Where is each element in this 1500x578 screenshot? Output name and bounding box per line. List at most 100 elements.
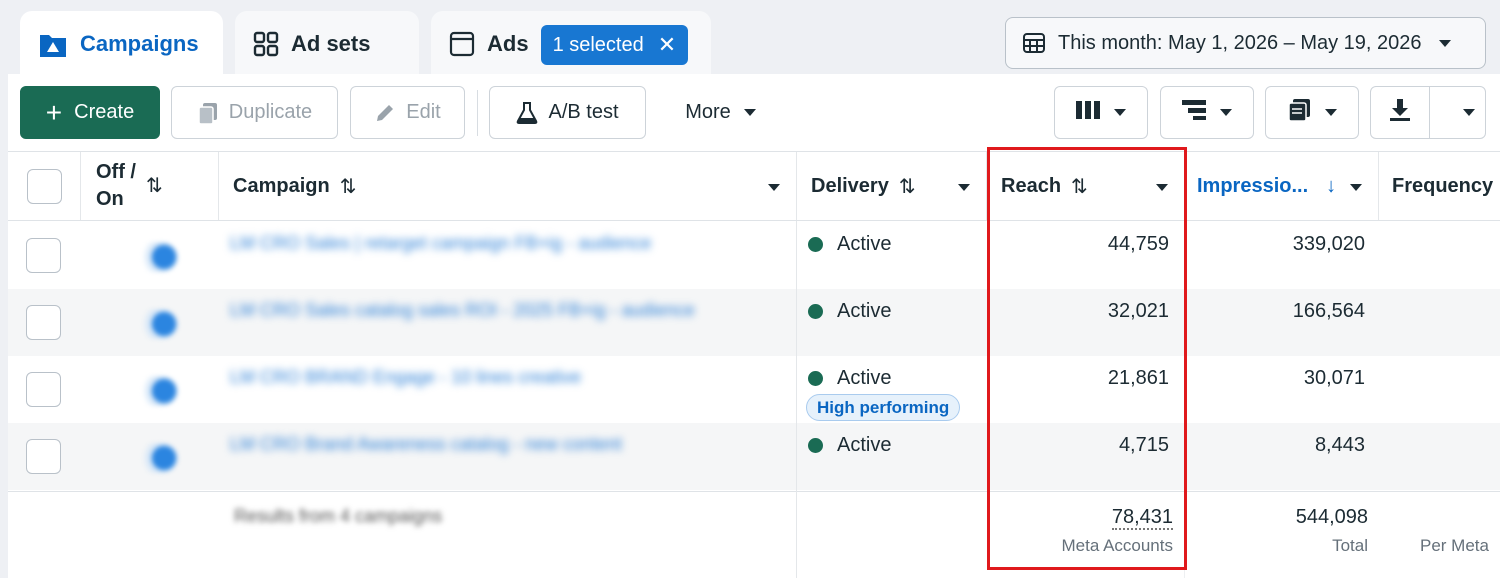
more-label: More [685,101,731,123]
tab-campaigns-label: Campaigns [80,31,199,56]
duplicate-icon [197,101,219,125]
reach-value: 32,021 [1107,300,1169,322]
export-button[interactable] [1370,86,1486,139]
column-header-frequency[interactable]: Frequency [1378,152,1500,220]
pencil-icon [374,102,396,124]
impressions-value: 30,071 [1303,367,1365,389]
table-header: Off / On ⇅ Campaign ⇅ Delivery ⇅ Reach ⇅ … [8,151,1500,221]
impressions-value: 339,020 [1292,233,1365,255]
delivery-status: Active [808,233,891,256]
column-divider [796,221,797,578]
tab-ads-label: Ads [487,31,529,56]
column-header-reach[interactable]: Reach ⇅ [986,152,1184,220]
status-dot [808,371,823,386]
reach-header-label: Reach [1001,174,1062,197]
sort-descending-icon[interactable]: ↓ [1326,175,1336,198]
create-button[interactable]: + Create [20,86,160,139]
breakdown-button[interactable] [1160,86,1254,139]
off-on-label: Off / On [96,161,136,210]
reach-value: 44,759 [1107,233,1169,255]
table-row[interactable]: LM CRO Sales | retarget campaign FB+ig -… [8,222,1500,289]
row-checkbox[interactable] [26,305,61,340]
summary-frequency-sub: Per Meta [1420,536,1489,555]
caret-down-icon[interactable] [1462,101,1476,124]
sort-icon[interactable]: ⇅ [1071,174,1088,199]
column-header-impressions[interactable]: Impressio... ↓ [1184,152,1378,220]
delivery-status: Active [808,367,891,390]
row-checkbox[interactable] [26,238,61,273]
sort-icon[interactable]: ⇅ [146,173,163,200]
impressions-value: 166,564 [1292,300,1365,322]
caret-down-icon[interactable] [958,175,970,198]
status-dot [808,304,823,319]
tab-ads[interactable]: Ads 1 selected ✕ [431,11,711,81]
select-all-cell [8,152,80,220]
reach-value: 4,715 [1118,434,1169,456]
delivery-header-label: Delivery [811,174,889,197]
caret-down-icon[interactable] [1350,175,1362,198]
summary-label: Results from 4 campaigns [234,506,443,526]
campaign-name-link[interactable]: LM CRO Sales catalog sales ROI - 2025 FB… [230,300,770,321]
campaign-flag-icon [38,31,68,59]
impressions-header-label: Impressio... [1197,174,1309,197]
on-off-toggle[interactable] [138,443,178,473]
table-row[interactable]: LM CRO Sales catalog sales ROI - 2025 FB… [8,289,1500,356]
column-header-off-on[interactable]: Off / On ⇅ [80,152,218,220]
reports-button[interactable] [1265,86,1359,139]
tab-campaigns[interactable]: Campaigns [20,11,223,81]
caret-down-icon [1324,101,1338,124]
on-off-toggle[interactable] [138,309,178,339]
selected-chip[interactable]: 1 selected ✕ [540,25,689,65]
edit-label: Edit [406,101,441,123]
summary-reach-sub: Meta Accounts [1061,536,1173,555]
download-icon[interactable] [1389,98,1411,128]
sort-icon[interactable]: ⇅ [899,174,916,199]
campaign-name-link[interactable]: LM CRO Brand Awareness catalog - new con… [230,434,770,455]
caret-down-icon[interactable] [1156,175,1168,198]
caret-down-icon [1113,101,1127,124]
plus-icon: + [45,96,63,128]
close-icon[interactable]: ✕ [658,32,676,58]
select-all-checkbox[interactable] [26,168,62,204]
campaign-name-link[interactable]: LM CRO BRAND Engage - 10 lines creative [230,367,770,388]
columns-icon [1075,100,1101,126]
create-label: Create [74,101,135,123]
tab-ad-sets[interactable]: Ad sets [235,11,419,81]
ab-test-button[interactable]: A/B test [489,86,646,139]
sort-icon[interactable]: ⇅ [340,174,357,199]
edit-button[interactable]: Edit [350,86,465,139]
export-divider [1429,87,1430,138]
caret-down-icon [1438,32,1452,55]
on-off-toggle[interactable] [138,242,178,272]
duplicate-button[interactable]: Duplicate [171,86,338,139]
status-dot [808,237,823,252]
column-header-delivery[interactable]: Delivery ⇅ [796,152,986,220]
calendar-icon [1022,31,1046,55]
caret-down-icon [1219,101,1233,124]
delivery-status: Active [808,300,891,323]
row-checkbox[interactable] [26,439,61,474]
summary-impressions-sub: Total [1332,536,1368,555]
toolbar-divider [477,90,478,136]
date-range-label: This month: May 1, 2026 – May 19, 2026 [1058,31,1422,54]
high-performing-badge: High performing [806,394,961,421]
table-row[interactable]: LM CRO BRAND Engage - 10 lines creative … [8,356,1500,423]
more-button[interactable]: More [660,86,782,139]
row-checkbox[interactable] [26,372,61,407]
on-off-toggle[interactable] [138,376,178,406]
table-row[interactable]: LM CRO Brand Awareness catalog - new con… [8,423,1500,490]
caret-down-icon [743,101,757,124]
column-divider [1184,221,1185,578]
reach-value: 21,861 [1107,367,1169,389]
date-range-picker[interactable]: This month: May 1, 2026 – May 19, 2026 [1005,17,1486,69]
column-header-campaign[interactable]: Campaign ⇅ [218,152,796,220]
caret-down-icon[interactable] [768,175,780,198]
frequency-header-label: Frequency [1392,174,1494,197]
campaign-name-link[interactable]: LM CRO Sales | retarget campaign FB+ig -… [230,233,770,254]
campaign-header-label: Campaign [233,174,330,197]
summary-reach: 78,431 [1111,506,1173,530]
summary-impressions: 544,098 [1295,506,1368,528]
duplicate-label: Duplicate [228,101,313,123]
status-dot [808,438,823,453]
columns-button[interactable] [1054,86,1148,139]
